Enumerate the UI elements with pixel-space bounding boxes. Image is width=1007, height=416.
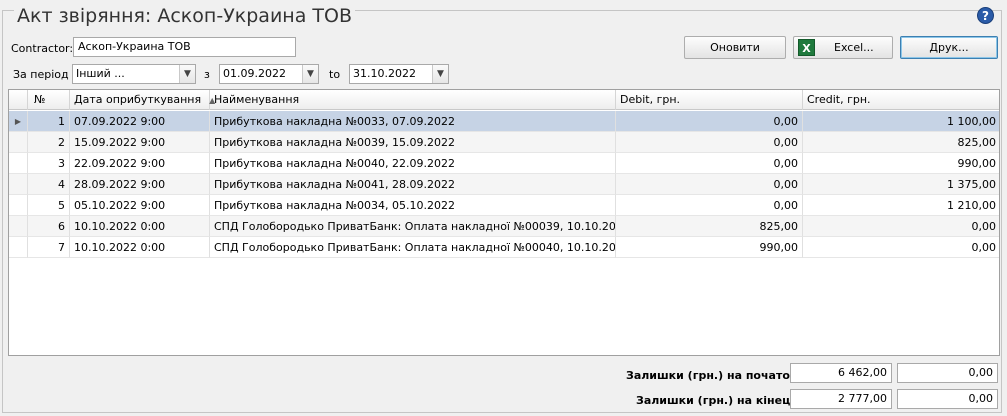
cell-name: Прибуткова накладна №0033, 07.09.2022 [210,111,616,132]
cell-name: СПД Голобородько ПриватБанк: Оплата накл… [210,237,616,258]
cell-credit: 1 210,00 [803,195,999,216]
opening-balance-label: Залишки (грн.) на початок: [626,369,802,382]
table-header: № Дата оприбуткування ▲ Найменування Debi… [9,90,999,110]
column-header-name[interactable]: Найменування [210,90,616,110]
column-header-credit[interactable]: Credit, грн. [803,90,999,110]
period-label: За період [13,68,69,81]
row-indicator-header [9,90,28,110]
cell-credit: 1 375,00 [803,174,999,195]
closing-balance-credit: 0,00 [897,389,998,409]
cell-debit: 0,00 [616,153,803,174]
table-row[interactable]: 2 15.09.2022 9:00 Прибуткова накладна №003… [9,132,999,153]
help-icon[interactable]: ? [977,7,994,24]
contractor-label: Contractor: [11,42,74,55]
row-indicator [9,195,28,216]
cell-credit: 0,00 [803,237,999,258]
cell-name: СПД Голобородько ПриватБанк: Оплата накл… [210,216,616,237]
cell-debit: 0,00 [616,174,803,195]
to-date-picker[interactable]: 31.10.2022 ▼ [349,64,449,84]
cell-name: Прибуткова накладна №0039, 15.09.2022 [210,132,616,153]
column-header-date[interactable]: Дата оприбуткування ▲ [70,90,215,110]
cell-number: 7 [28,237,70,258]
column-header-number[interactable]: № [28,90,70,110]
cell-debit: 0,00 [616,111,803,132]
from-date-value: 01.09.2022 [223,67,286,80]
chevron-down-icon[interactable]: ▼ [179,65,195,83]
opening-balance-credit: 0,00 [897,363,998,383]
row-indicator [9,132,28,153]
chevron-down-icon[interactable]: ▼ [302,65,318,83]
row-indicator [9,216,28,237]
cell-date: 22.09.2022 9:00 [70,153,210,174]
period-select-value: Інший ... [76,67,125,80]
window-title: Акт звіряння: Аскоп-Украина ТОВ [14,5,355,27]
cell-date: 10.10.2022 0:00 [70,216,210,237]
cell-debit: 0,00 [616,195,803,216]
table-row[interactable]: 6 10.10.2022 0:00 СПД Голобородько ПриватБ… [9,216,999,237]
reconciliation-table[interactable]: № Дата оприбуткування ▲ Найменування Debi… [8,89,1000,356]
cell-number: 2 [28,132,70,153]
to-date-value: 31.10.2022 [353,67,416,80]
print-button[interactable]: Друк... [900,36,998,59]
cell-date: 05.10.2022 9:00 [70,195,210,216]
cell-name: Прибуткова накладна №0040, 22.09.2022 [210,153,616,174]
to-label: to [329,68,341,81]
cell-credit: 825,00 [803,132,999,153]
column-header-date-label: Дата оприбуткування [74,93,202,106]
cell-credit: 990,00 [803,153,999,174]
cell-number: 4 [28,174,70,195]
cell-debit: 825,00 [616,216,803,237]
current-row-arrow-icon: ▶ [9,111,28,132]
cell-number: 1 [28,111,70,132]
cell-date: 07.09.2022 9:00 [70,111,210,132]
closing-balance-debit: 2 777,00 [790,389,892,409]
cell-credit: 0,00 [803,216,999,237]
table-row[interactable]: 4 28.09.2022 9:00 Прибуткова накладна №004… [9,174,999,195]
refresh-button[interactable]: Оновити [684,36,786,59]
cell-debit: 990,00 [616,237,803,258]
table-row[interactable]: 7 10.10.2022 0:00 СПД Голобородько ПриватБ… [9,237,999,258]
chevron-down-icon[interactable]: ▼ [432,65,448,83]
cell-name: Прибуткова накладна №0041, 28.09.2022 [210,174,616,195]
cell-date: 10.10.2022 0:00 [70,237,210,258]
cell-debit: 0,00 [616,132,803,153]
row-indicator [9,153,28,174]
excel-icon: X [798,39,815,56]
period-select[interactable]: Інший ... ▼ [72,64,196,84]
table-row[interactable]: ▶ 1 07.09.2022 9:00 Прибуткова накладна №00… [9,111,999,132]
cell-number: 6 [28,216,70,237]
excel-button[interactable]: X Excel... [793,36,893,59]
row-indicator [9,237,28,258]
cell-name: Прибуткова накладна №0034, 05.10.2022 [210,195,616,216]
closing-balance-label: Залишки (грн.) на кінець: [636,394,802,407]
from-label: з [204,68,210,81]
cell-date: 15.09.2022 9:00 [70,132,210,153]
cell-date: 28.09.2022 9:00 [70,174,210,195]
excel-button-label: Excel... [834,41,874,54]
table-row[interactable]: 3 22.09.2022 9:00 Прибуткова накладна №004… [9,153,999,174]
opening-balance-debit: 6 462,00 [790,363,892,383]
cell-number: 3 [28,153,70,174]
table-row[interactable]: 5 05.10.2022 9:00 Прибуткова накладна №003… [9,195,999,216]
row-indicator [9,174,28,195]
column-header-debit[interactable]: Debit, грн. [616,90,803,110]
cell-credit: 1 100,00 [803,111,999,132]
contractor-field[interactable]: Аскоп-Украина ТОВ [73,37,296,57]
cell-number: 5 [28,195,70,216]
from-date-picker[interactable]: 01.09.2022 ▼ [219,64,319,84]
